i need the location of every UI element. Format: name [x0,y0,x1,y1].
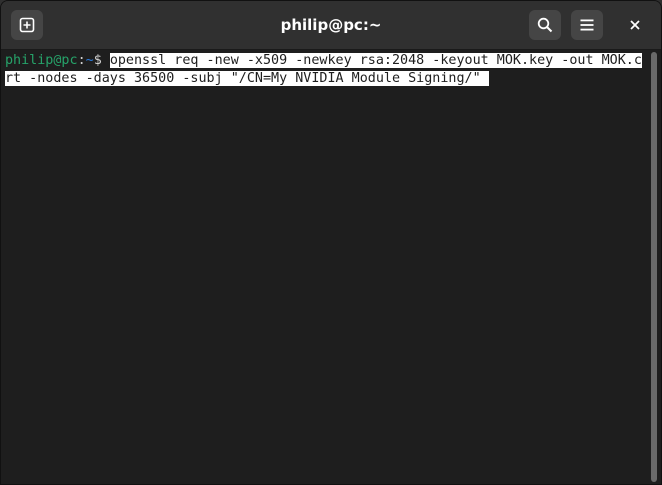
terminal-output[interactable]: philip@pc:~$ openssl req -new -x509 -new… [1,50,647,484]
window-title: philip@pc:~ [280,16,382,34]
search-button[interactable] [529,10,561,40]
prompt-user-host: philip@pc [5,53,78,68]
prompt-symbol: $ [93,53,110,68]
close-button[interactable] [619,10,651,40]
title-bar[interactable]: philip@pc:~ [1,1,661,50]
hamburger-menu-icon [580,19,594,31]
new-tab-icon [19,17,35,33]
scrollbar[interactable] [647,50,661,484]
search-icon [537,17,553,33]
prompt-path: ~ [85,53,94,68]
prompt-separator: : [77,53,86,68]
new-tab-button[interactable] [11,10,43,40]
terminal-window: philip@pc:~ philip@pc:~$ openssl req -ne… [0,0,662,485]
close-icon [630,20,640,30]
scrollbar-thumb[interactable] [651,52,657,482]
menu-button[interactable] [571,10,603,40]
